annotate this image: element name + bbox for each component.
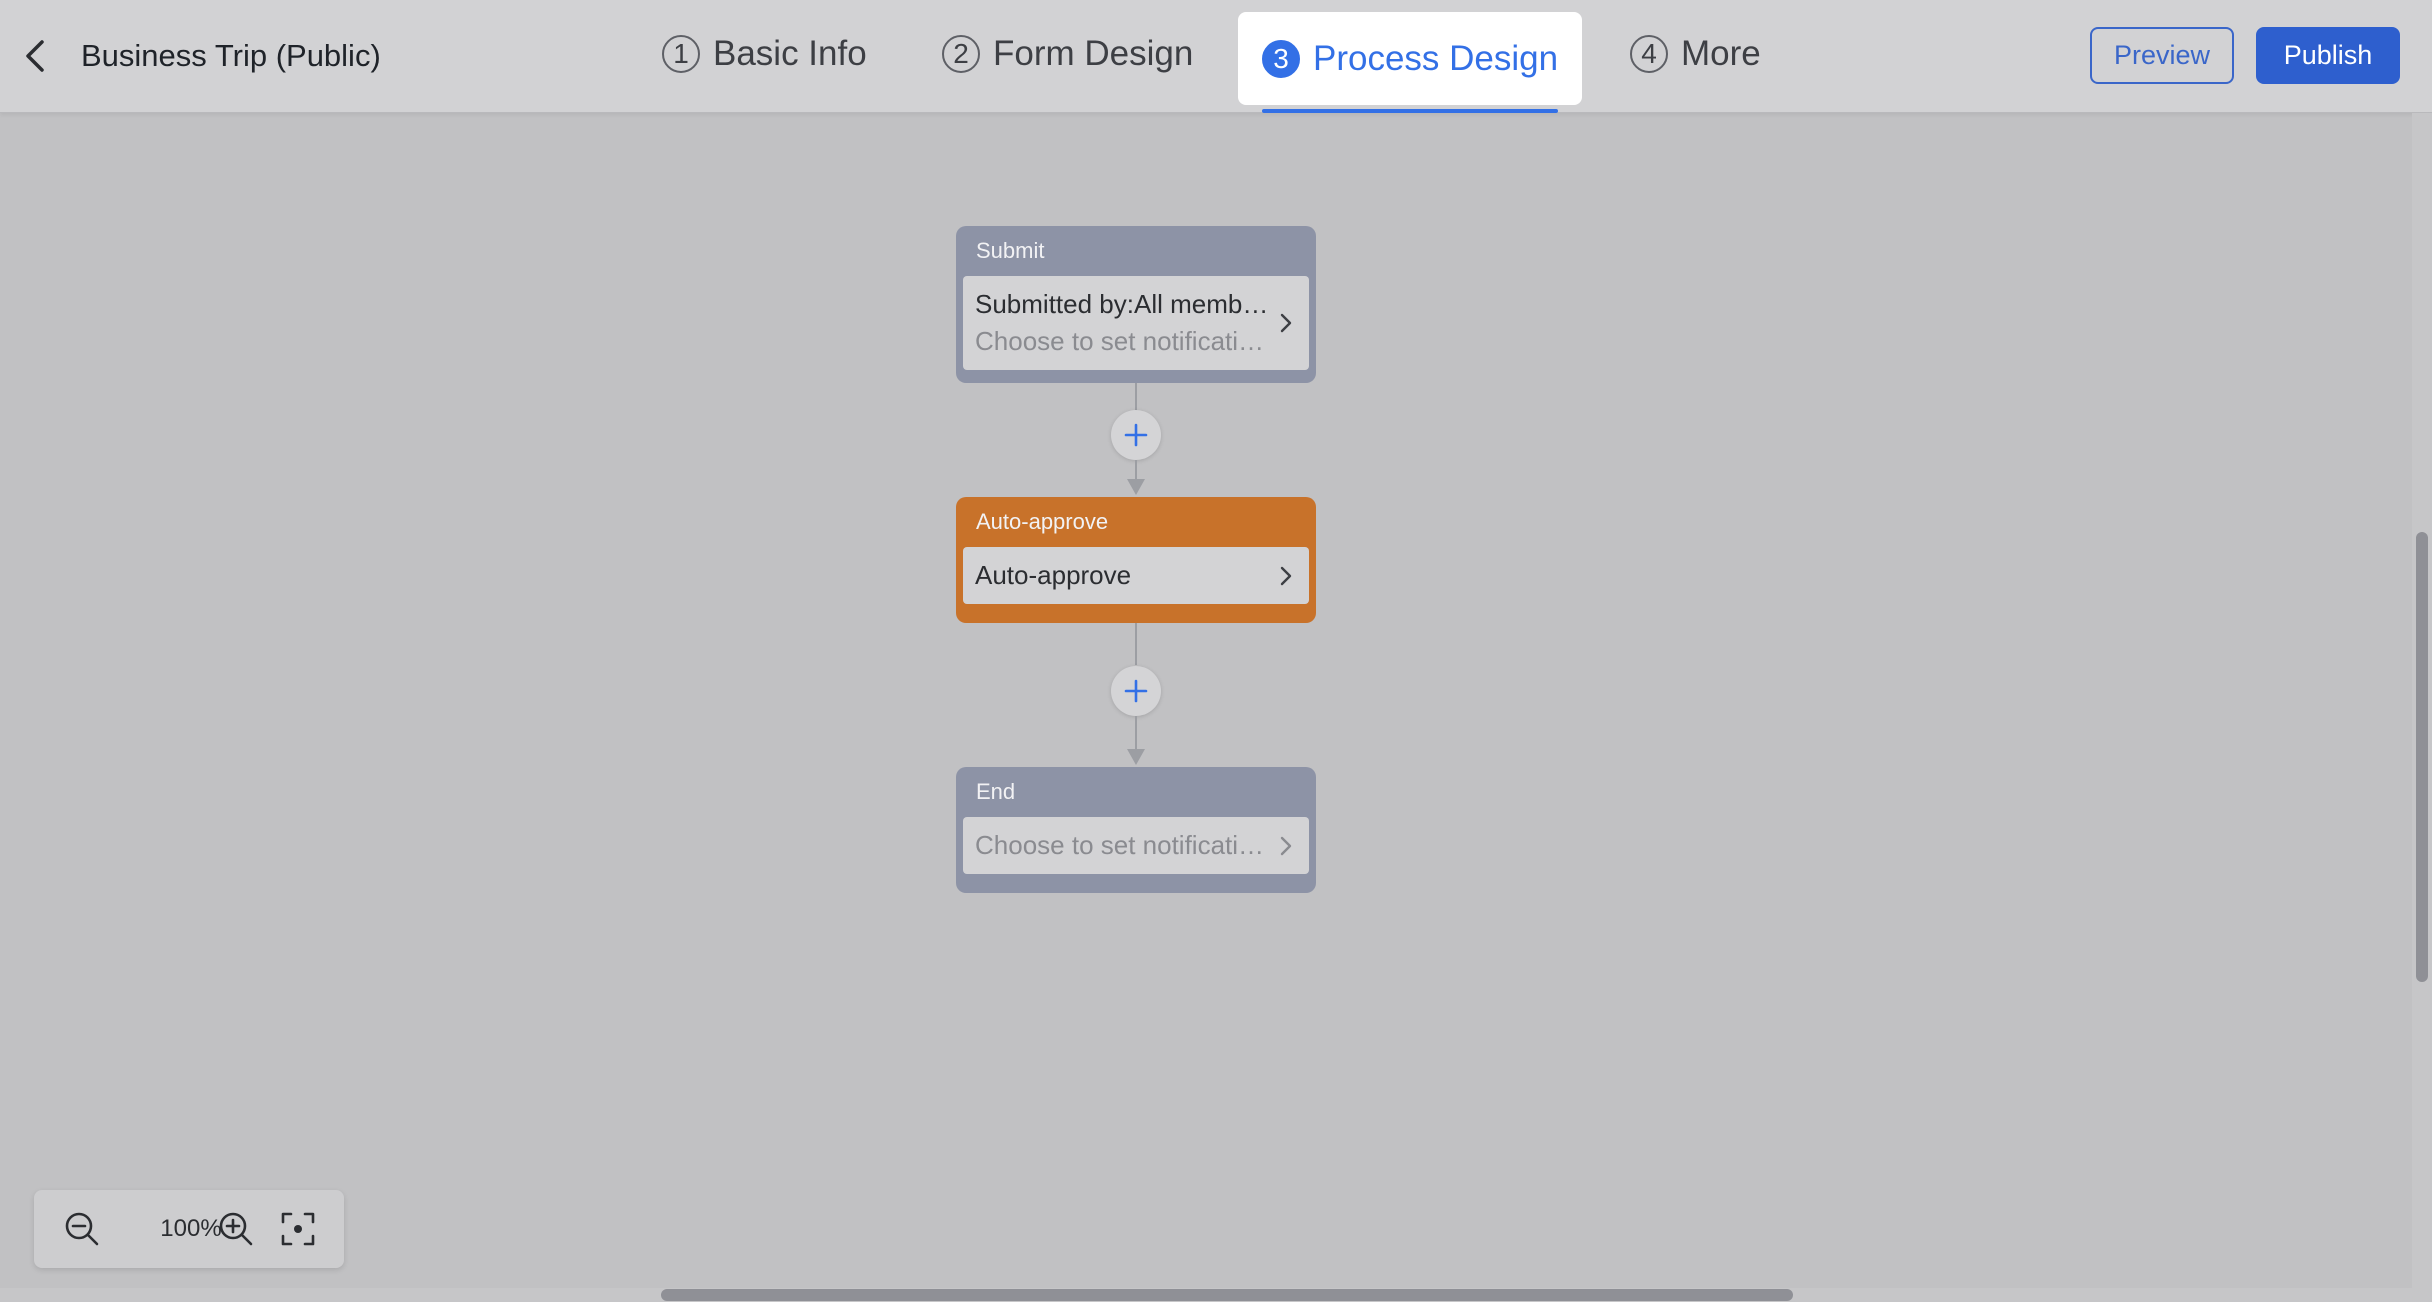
page-title: Business Trip (Public) [81, 38, 381, 73]
node-body[interactable]: Choose to set notifications [963, 817, 1309, 874]
plus-icon [1124, 679, 1148, 703]
chevron-right-icon [1280, 313, 1292, 333]
node-body[interactable]: Submitted by:All members Choose to set n… [963, 276, 1309, 370]
tab-basic-info[interactable]: 1 Basic Info [662, 28, 867, 80]
zoom-out-icon [65, 1212, 99, 1246]
node-header: Submit [976, 238, 1045, 263]
add-node-button[interactable] [1111, 410, 1161, 460]
step-label: More [1681, 34, 1761, 73]
connector-line [1135, 716, 1137, 750]
chevron-right-icon [1280, 836, 1292, 855]
connector-line [1135, 623, 1137, 665]
submitter-text: Submitted by:All members [975, 289, 1269, 319]
back-button[interactable] [18, 34, 58, 78]
step-number: 2 [942, 35, 980, 73]
submit-node[interactable]: Submit Submitted by:All members Choose t… [956, 226, 1316, 383]
notification-text: Choose to set notifications [975, 326, 1269, 356]
chevron-right-icon [1280, 566, 1292, 585]
top-bar: Business Trip (Public) 1 Basic Info 2 Fo… [0, 0, 2432, 113]
node-header: End [976, 779, 1016, 804]
horizontal-scrollbar[interactable] [661, 1289, 1793, 1301]
end-node[interactable]: End Choose to set notifications [956, 767, 1316, 893]
plus-icon [1124, 423, 1148, 447]
vertical-scrollbar[interactable] [2416, 532, 2428, 982]
step-label: Basic Info [713, 34, 867, 73]
step-number: 3 [1262, 39, 1300, 78]
node-header: Auto-approve [976, 509, 1109, 534]
step-number: 4 [1630, 35, 1668, 73]
auto-approve-node[interactable]: Auto-approve Auto-approve [956, 497, 1316, 623]
back-arrow-icon [26, 40, 44, 72]
tab-form-design[interactable]: 2 Form Design [942, 28, 1193, 80]
step-label: Process Design [1313, 38, 1559, 78]
step-number: 1 [662, 35, 700, 73]
add-node-button[interactable] [1111, 666, 1161, 716]
fit-screen-icon [281, 1212, 315, 1246]
node-body[interactable]: Auto-approve [963, 547, 1309, 604]
tab-more[interactable]: 4 More [1630, 28, 1761, 80]
process-canvas[interactable]: Submit Submitted by:All members Choose t… [0, 113, 2412, 1288]
connector-arrow [1127, 749, 1145, 765]
tab-process-design[interactable]: 3 Process Design [1238, 12, 1583, 113]
auto-approve-text: Auto-approve [975, 560, 1132, 590]
zoom-in-icon [219, 1212, 253, 1246]
connector-arrow [1127, 479, 1145, 495]
zoom-controls: 100% [34, 1190, 344, 1268]
fit-screen-button[interactable] [278, 1209, 318, 1249]
step-label: Form Design [993, 34, 1194, 73]
preview-button[interactable]: Preview [2090, 27, 2234, 84]
zoom-out-button[interactable] [62, 1209, 102, 1249]
zoom-in-button[interactable] [216, 1209, 256, 1249]
notification-text: Choose to set notifications [975, 830, 1269, 860]
publish-button[interactable]: Publish [2256, 27, 2400, 84]
